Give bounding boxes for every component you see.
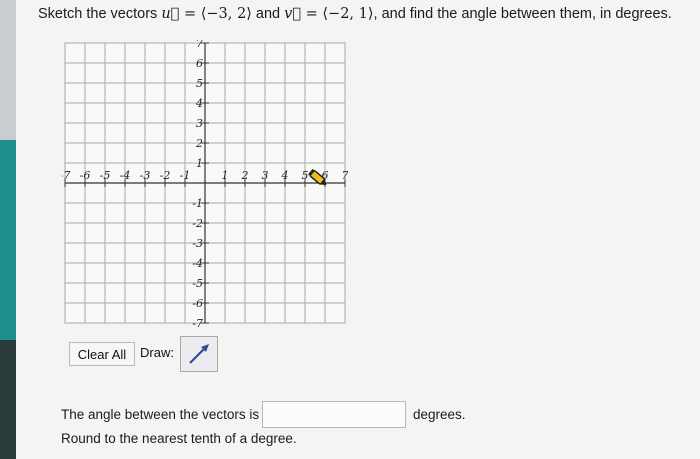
- question-and: and: [255, 6, 281, 22]
- y-tick-label: -3: [192, 237, 203, 250]
- y-tick-label: 7: [196, 40, 203, 50]
- question-text: Sketch the vectors u⃗ = ⟨−3, 2⟩ and v⃗ =…: [38, 6, 672, 22]
- draw-label: Draw:: [140, 345, 174, 360]
- vector-u-value: = ⟨−3, 2⟩: [179, 6, 252, 22]
- question-suffix: , and find the angle between them, in de…: [373, 6, 672, 22]
- y-tick-label: 1: [196, 157, 203, 170]
- vector-arrow-icon: [189, 344, 209, 364]
- y-tick-label: 2: [195, 137, 203, 150]
- answer-unit: degrees.: [413, 407, 466, 422]
- x-tick-label: -6: [80, 169, 91, 182]
- rounding-instruction: Round to the nearest tenth of a degree.: [61, 431, 297, 446]
- x-tick-label: 4: [281, 169, 289, 182]
- clear-all-button[interactable]: Clear All: [69, 342, 135, 366]
- answer-prompt: The angle between the vectors is: [61, 407, 260, 422]
- x-tick-label: 1: [222, 169, 229, 182]
- y-tick-label: 5: [196, 77, 203, 90]
- y-tick-label: -6: [192, 297, 203, 310]
- y-tick-label: -4: [192, 257, 203, 270]
- left-edge-dark: [0, 340, 16, 459]
- draw-vector-tool-button[interactable]: [180, 336, 218, 372]
- y-tick-label: -5: [192, 277, 203, 290]
- x-tick-label: -7: [62, 169, 70, 182]
- y-tick-label: -1: [192, 197, 203, 210]
- x-tick-label: 2: [241, 169, 249, 182]
- x-tick-label: 3: [262, 169, 269, 182]
- question-prefix: Sketch the vectors: [38, 6, 158, 22]
- x-tick-label: -2: [160, 169, 171, 182]
- vector-v-value: = ⟨−2, 1⟩: [301, 6, 374, 22]
- x-tick-label: -5: [100, 169, 111, 182]
- y-tick-label: 4: [195, 97, 203, 110]
- x-tick-label: 5: [302, 169, 309, 182]
- angle-answer-input[interactable]: [262, 401, 406, 428]
- x-tick-label: 7: [342, 169, 349, 182]
- y-tick-label: -2: [192, 217, 203, 230]
- vector-v-symbol: v⃗: [284, 6, 302, 22]
- x-tick-label: -3: [140, 169, 151, 182]
- left-edge-gray: [0, 0, 16, 140]
- left-edge-teal: [0, 140, 16, 340]
- y-tick-label: 6: [196, 57, 203, 70]
- x-tick-label: -4: [120, 169, 131, 182]
- x-tick-label: -1: [180, 169, 191, 182]
- y-tick-label: 3: [196, 117, 203, 130]
- vector-u-symbol: u⃗: [161, 6, 180, 22]
- coordinate-graph[interactable]: -7-6-5-4-3-2-11234567 7654321-1-2-3-4-5-…: [62, 40, 348, 332]
- y-tick-label: -7: [192, 317, 203, 330]
